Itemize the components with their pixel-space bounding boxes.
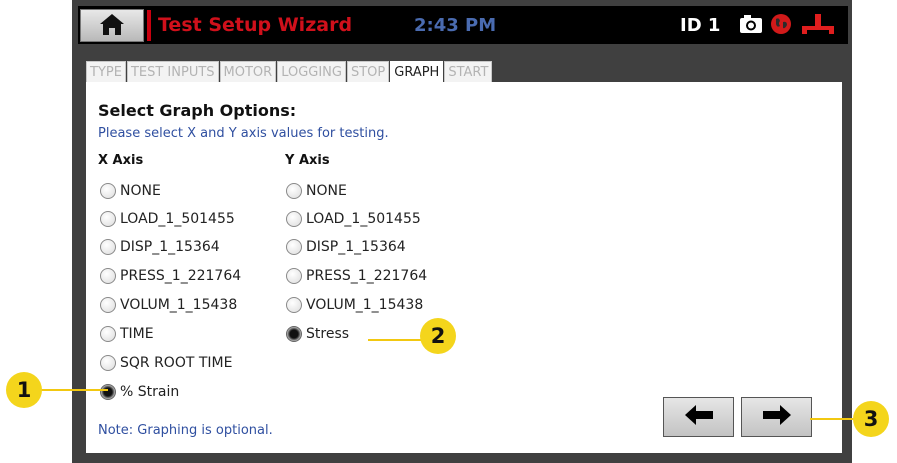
clock: 2:43 PM bbox=[414, 15, 497, 36]
radio-button[interactable] bbox=[286, 183, 302, 199]
callout-3-line bbox=[810, 418, 854, 420]
device-id: ID 1 bbox=[680, 15, 721, 36]
page-title: Select Graph Options: bbox=[98, 101, 297, 120]
app-title: Test Setup Wizard bbox=[158, 14, 353, 36]
wizard-tabs: TYPE TEST INPUTS MOTOR LOGGING STOP GRAP… bbox=[86, 61, 493, 82]
x-option-volum[interactable]: VOLUM_1_15438 bbox=[100, 295, 237, 315]
radio-button[interactable] bbox=[100, 268, 116, 284]
home-icon bbox=[99, 12, 125, 40]
tab-logging[interactable]: LOGGING bbox=[277, 61, 346, 82]
note-text: Note: Graphing is optional. bbox=[98, 423, 273, 438]
back-button[interactable] bbox=[663, 397, 734, 437]
x-option-time[interactable]: TIME bbox=[100, 324, 154, 344]
radio-button[interactable] bbox=[100, 239, 116, 255]
y-option-press[interactable]: PRESS_1_221764 bbox=[286, 266, 427, 286]
y-axis-label: Y Axis bbox=[285, 153, 330, 168]
radio-button-selected[interactable] bbox=[286, 326, 302, 342]
x-option-press[interactable]: PRESS_1_221764 bbox=[100, 266, 241, 286]
callout-2: 2 bbox=[420, 318, 456, 354]
callout-2-line bbox=[368, 339, 424, 341]
globe-icon[interactable] bbox=[770, 13, 792, 39]
tab-stop[interactable]: STOP bbox=[346, 61, 390, 82]
option-label: NONE bbox=[120, 183, 161, 199]
x-option-disp[interactable]: DISP_1_15364 bbox=[100, 237, 220, 257]
option-label: NONE bbox=[306, 183, 347, 199]
radio-button[interactable] bbox=[100, 326, 116, 342]
option-label: SQR ROOT TIME bbox=[120, 355, 233, 371]
radio-button-selected[interactable] bbox=[100, 384, 116, 400]
tab-type[interactable]: TYPE bbox=[86, 61, 126, 82]
network-icon[interactable] bbox=[800, 13, 836, 39]
x-option-sqr-root-time[interactable]: SQR ROOT TIME bbox=[100, 353, 232, 373]
option-label: PRESS_1_221764 bbox=[120, 268, 242, 284]
option-label: VOLUM_1_15438 bbox=[306, 297, 424, 313]
radio-button[interactable] bbox=[100, 355, 116, 371]
option-label: PRESS_1_221764 bbox=[306, 268, 428, 284]
camera-icon[interactable] bbox=[739, 13, 763, 39]
y-option-stress[interactable]: Stress bbox=[286, 324, 349, 344]
home-button[interactable] bbox=[80, 9, 144, 42]
option-label: % Strain bbox=[120, 384, 180, 400]
y-option-load[interactable]: LOAD_1_501455 bbox=[286, 209, 421, 229]
arrow-left-icon bbox=[684, 404, 714, 430]
y-option-disp[interactable]: DISP_1_15364 bbox=[286, 237, 406, 257]
radio-button[interactable] bbox=[100, 211, 116, 227]
arrow-right-icon bbox=[762, 404, 792, 430]
option-label: LOAD_1_501455 bbox=[120, 211, 235, 227]
callout-3: 3 bbox=[853, 401, 889, 437]
radio-button[interactable] bbox=[100, 297, 116, 313]
callout-1-line bbox=[38, 389, 108, 391]
option-label: VOLUM_1_15438 bbox=[120, 297, 238, 313]
x-option-none[interactable]: NONE bbox=[100, 181, 161, 201]
x-axis-label: X Axis bbox=[98, 153, 144, 168]
tab-test-inputs[interactable]: TEST INPUTS bbox=[126, 61, 219, 82]
radio-button[interactable] bbox=[286, 297, 302, 313]
option-label: DISP_1_15364 bbox=[306, 239, 406, 255]
tab-start[interactable]: START bbox=[444, 61, 493, 82]
callout-1: 1 bbox=[6, 372, 42, 408]
next-button[interactable] bbox=[741, 397, 812, 437]
option-label: TIME bbox=[120, 326, 154, 342]
option-label: Stress bbox=[306, 326, 350, 342]
x-option-load[interactable]: LOAD_1_501455 bbox=[100, 209, 235, 229]
radio-button[interactable] bbox=[100, 183, 116, 199]
y-option-volum[interactable]: VOLUM_1_15438 bbox=[286, 295, 423, 315]
radio-button[interactable] bbox=[286, 239, 302, 255]
tab-motor[interactable]: MOTOR bbox=[219, 61, 277, 82]
title-accent bbox=[147, 10, 151, 41]
radio-button[interactable] bbox=[286, 268, 302, 284]
tab-graph[interactable]: GRAPH bbox=[390, 61, 444, 82]
option-label: DISP_1_15364 bbox=[120, 239, 220, 255]
option-label: LOAD_1_501455 bbox=[306, 211, 421, 227]
radio-button[interactable] bbox=[286, 211, 302, 227]
instructions-text: Please select X and Y axis values for te… bbox=[98, 126, 389, 141]
y-option-none[interactable]: NONE bbox=[286, 181, 347, 201]
x-option-percent-strain[interactable]: % Strain bbox=[100, 382, 179, 402]
